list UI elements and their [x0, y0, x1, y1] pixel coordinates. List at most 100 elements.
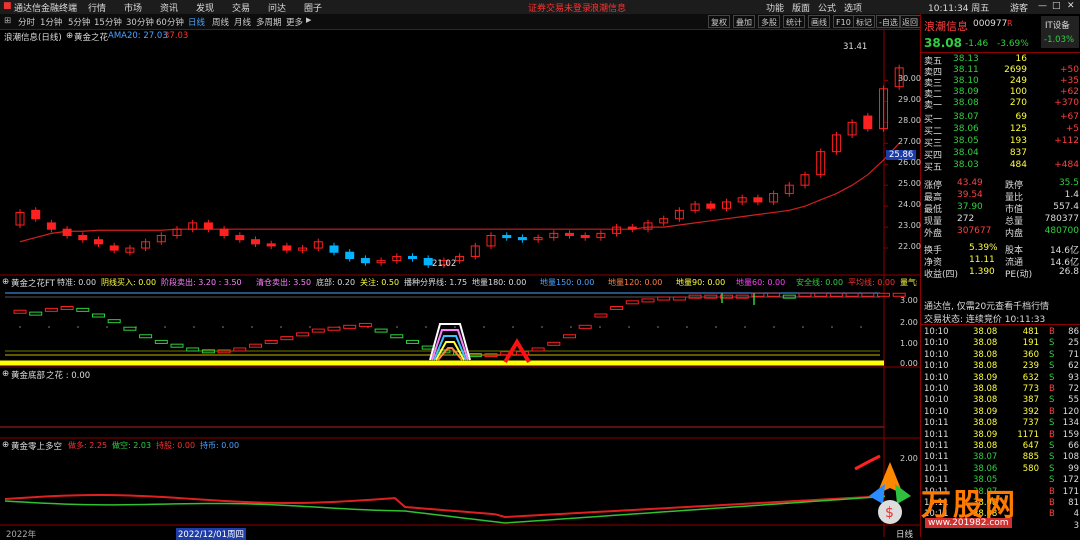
bid-row[interactable]: 买五 38.03 484 +484 [921, 160, 1080, 173]
stat-row[interactable]: 外盘 307677 内盘 480700 [921, 226, 1080, 239]
menu-zixun[interactable]: 资讯 [160, 1, 178, 14]
ask-change: +62 [1060, 87, 1079, 97]
close-icon[interactable]: ✕ [1067, 1, 1075, 11]
menu-quanzi[interactable]: 圈子 [304, 1, 322, 14]
main-formula-name[interactable]: 黄金之花 [74, 31, 108, 43]
ft-param: 量气线: 0.00 [900, 278, 917, 287]
ask-change: +370 [1054, 98, 1079, 108]
tick-volume: 239 [1022, 361, 1039, 372]
stat-row[interactable]: 涨停 43.49 跌停 35.5 [921, 178, 1080, 191]
menu-wenda[interactable]: 问达 [268, 1, 286, 14]
bid-price: 38.07 [953, 112, 979, 122]
ask-price: 38.10 [953, 76, 979, 86]
panel3-title[interactable]: 黄金零上多空 [11, 440, 62, 452]
menu-banmian[interactable]: 版面 [792, 1, 810, 14]
ft-param: 阴线买入: 0.00 [101, 278, 157, 287]
btn-f10[interactable]: F10 [833, 15, 854, 28]
dot-marker [77, 326, 79, 328]
period-weekly[interactable]: 周线 [212, 16, 229, 28]
panel2-title[interactable]: 黄金底部 [11, 369, 45, 381]
ft-param: 特准: 0.00 [57, 278, 97, 287]
btn-zixuan[interactable]: -自选 [876, 15, 901, 28]
tick-side: S [1049, 418, 1055, 429]
ft-bar [704, 294, 718, 299]
period-60min[interactable]: 60分钟 [156, 16, 184, 28]
menu-xuanxiang[interactable]: 选项 [844, 1, 862, 14]
menu-gongneng[interactable]: 功能 [766, 1, 784, 14]
period-fenshi[interactable]: 分时 [18, 16, 35, 28]
ft-bar [29, 311, 43, 316]
divider [921, 324, 1080, 325]
period-5min[interactable]: 5分钟 [68, 16, 90, 28]
p1-ytick-3: 0.00 [900, 359, 918, 368]
p1-ytick-1: 2.00 [900, 318, 918, 327]
menu-shichang[interactable]: 市场 [124, 1, 142, 14]
menu-jiaoyi[interactable]: 交易 [232, 1, 250, 14]
btn-fuquan[interactable]: 复权 [708, 15, 730, 28]
tick-price: 38.08 [973, 349, 998, 360]
grid-icon[interactable]: ⊞ [4, 16, 11, 26]
guest-label[interactable]: 游客 [1010, 1, 1028, 14]
btn-huaxian[interactable]: 画线 [808, 15, 830, 28]
stat-value: 26.8 [1058, 267, 1079, 277]
login-notice[interactable]: 证券交易未登录 [528, 1, 591, 14]
stat-key: 外盘 [924, 229, 943, 239]
ask-row[interactable]: 卖一 38.08 270 +370 [921, 98, 1080, 111]
candle-body [203, 222, 213, 230]
bid-row[interactable]: 买一 38.07 69 +67 [921, 112, 1080, 125]
btn-biaoji[interactable]: 标记 [853, 15, 875, 28]
panel2-expand-icon[interactable]: ⊕ [2, 369, 9, 379]
formula-expand-icon[interactable]: ⊕ [66, 31, 73, 41]
ft-param: 关注: 0.50 [360, 278, 400, 287]
bid-row[interactable]: 买二 38.06 125 +5 [921, 124, 1080, 137]
bid-row[interactable]: 买四 38.04 837 [921, 148, 1080, 161]
period-monthly[interactable]: 月线 [234, 16, 251, 28]
bid-row[interactable]: 买三 38.05 193 +112 [921, 136, 1080, 149]
btn-diejia[interactable]: 叠加 [733, 15, 755, 28]
tick-volume: 191 [1022, 338, 1039, 349]
period-daily[interactable]: 日线 [188, 16, 205, 28]
period-15min[interactable]: 15分钟 [94, 16, 122, 28]
tick-volume: 632 [1022, 372, 1039, 383]
quote-change-pct: -3.69% [997, 39, 1029, 49]
dot-marker [831, 326, 833, 328]
tick-price: 38.09 [973, 406, 998, 417]
stat-row[interactable]: 收益(四) 1.390 PE(动) 26.8 [921, 267, 1080, 280]
btn-tongji[interactable]: 统计 [783, 15, 805, 28]
more-chevron-icon[interactable]: ▶ [306, 16, 311, 24]
minimize-icon[interactable]: — [1038, 1, 1047, 11]
panel1-expand-icon[interactable]: ⊕ [2, 277, 9, 287]
btn-duogu[interactable]: 多股 [758, 15, 780, 28]
menu-gongshi[interactable]: 公式 [818, 1, 836, 14]
tick-row: 10:11 38.08 737 S 134 [921, 418, 1080, 430]
panel1-title[interactable]: 黄金之花FT [11, 277, 55, 289]
ask-change: +50 [1060, 65, 1079, 75]
stat-row[interactable]: 换手 5.39% 股本 14.6亿 [921, 243, 1080, 256]
dk-param: 做空: 2.03 [112, 441, 152, 450]
stat-row[interactable]: 净资 11.11 流通 14.6亿 [921, 255, 1080, 268]
stat-value: 39.54 [957, 190, 983, 200]
stat-row[interactable]: 现量 272 总量 780377 [921, 214, 1080, 227]
menu-faxian[interactable]: 发现 [196, 1, 214, 14]
btn-back[interactable]: 返回 [899, 15, 921, 28]
period-more[interactable]: 更多 [286, 16, 303, 28]
period-1min[interactable]: 1分钟 [40, 16, 62, 28]
promo-notice[interactable]: 通达信, 仅需20元查看千档行情 [924, 299, 1049, 312]
panel3-expand-icon[interactable]: ⊕ [2, 440, 9, 450]
stat-row[interactable]: 最高 39.54 量比 1.4 [921, 190, 1080, 203]
dot-marker [425, 326, 427, 328]
menu-hangqing[interactable]: 行情 [88, 1, 106, 14]
period-multi[interactable]: 多周期 [256, 16, 282, 28]
tick-price: 38.08 [973, 361, 998, 372]
ft-bar [92, 313, 105, 318]
stat-row[interactable]: 最低 37.90 市值 557.4 [921, 202, 1080, 215]
candle-body [62, 228, 72, 236]
bid-price: 38.03 [953, 160, 979, 170]
industry-box[interactable]: IT设备 -1.03% [1041, 16, 1079, 48]
maximize-icon[interactable]: □ [1052, 1, 1061, 11]
ft-bar [406, 339, 419, 344]
main-ytick: 25.00 [898, 179, 921, 189]
ask-volume: 16 [1015, 54, 1027, 64]
tick-count: 120 [1062, 406, 1079, 417]
period-30min[interactable]: 30分钟 [126, 16, 154, 28]
